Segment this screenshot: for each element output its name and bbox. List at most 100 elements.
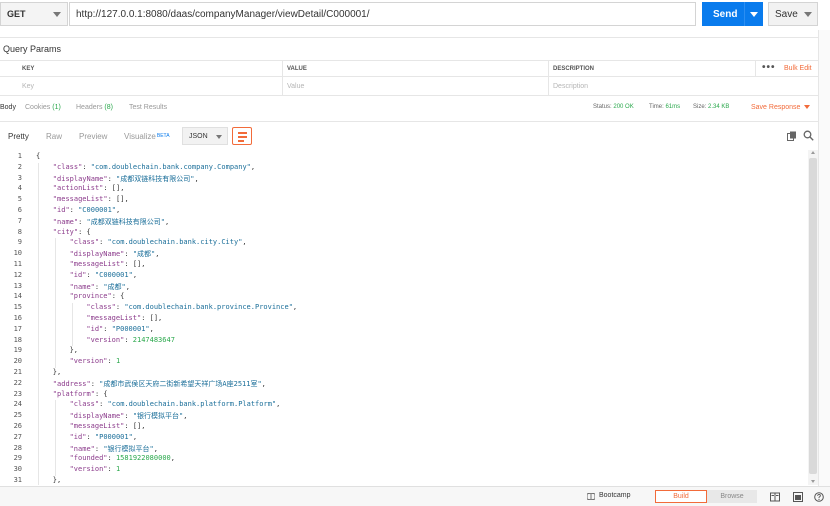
code-line: 7 "name": "成都双链科技有限公司", — [0, 217, 808, 228]
line-number: 12 — [13, 270, 22, 279]
view-preview-button[interactable]: Preview — [79, 127, 107, 145]
code-line: 11 "messageList": [], — [0, 260, 808, 271]
json-punctuation: , — [132, 270, 138, 279]
code-text: "class": "com.doublechain.bank.province.… — [86, 303, 297, 311]
line-number: 18 — [13, 335, 22, 344]
tab-body[interactable]: Body — [0, 104, 16, 111]
tab-test-results[interactable]: Test Results — [129, 104, 167, 111]
chevron-down-icon[interactable] — [750, 11, 758, 17]
scroll-down-icon[interactable] — [811, 480, 815, 483]
indent-guide — [71, 303, 73, 347]
save-response-button[interactable]: Save Response — [751, 104, 811, 111]
vertical-scrollbar[interactable] — [808, 150, 818, 485]
json-key: "displayName" — [69, 412, 125, 421]
json-punctuation: { — [36, 152, 41, 160]
line-number: 24 — [13, 400, 22, 409]
format-select[interactable]: JSON — [182, 127, 228, 145]
line-number: 6 — [17, 206, 22, 214]
json-key: "displayName" — [52, 174, 108, 183]
bootcamp-link[interactable]: Bootcamp — [599, 492, 631, 499]
json-punctuation: }, — [69, 346, 79, 355]
json-punctuation: , — [183, 412, 188, 421]
scrollbar-thumb[interactable] — [809, 158, 817, 474]
two-pane-view-icon[interactable] — [770, 492, 780, 502]
json-string: "C000001" — [78, 206, 117, 214]
json-string: "成都" — [103, 282, 126, 291]
help-icon[interactable] — [814, 492, 824, 502]
query-params-title: Query Params — [3, 44, 62, 54]
json-key: "messageList" — [86, 314, 142, 322]
json-key: "class" — [69, 238, 100, 247]
line-number: 7 — [17, 216, 22, 225]
column-header-key: KEY — [22, 65, 35, 72]
copy-icon[interactable] — [787, 131, 797, 141]
column-header-description: DESCRIPTION — [553, 65, 595, 72]
tab-cookies[interactable]: Cookies (1) — [25, 104, 61, 111]
json-key: "founded" — [69, 454, 108, 463]
line-number: 3 — [17, 173, 22, 182]
code-line: 9 "class": "com.doublechain.bank.city.Cit… — [0, 238, 808, 249]
json-punctuation: : — [107, 357, 116, 366]
scroll-up-icon[interactable] — [811, 151, 815, 154]
json-punctuation: , — [250, 162, 256, 171]
line-number: 29 — [13, 454, 22, 463]
view-visualize-button[interactable]: Visualize BETA — [124, 127, 170, 145]
param-description-input[interactable]: Description — [553, 77, 753, 95]
line-number: 21 — [13, 368, 22, 376]
json-punctuation: : — [124, 335, 133, 344]
format-label: JSON — [189, 132, 208, 140]
params-table-row: Key Value Description — [0, 77, 830, 96]
send-label: Send — [713, 8, 738, 20]
json-string: "银行模拟平台" — [132, 412, 184, 421]
method-select[interactable]: GET — [0, 2, 68, 26]
indent-guide — [54, 400, 56, 476]
wrap-lines-button[interactable] — [232, 127, 252, 145]
line-number: 9 — [17, 238, 22, 247]
code-line: 19}, — [0, 346, 808, 357]
line-number: 14 — [13, 292, 22, 301]
json-punctuation: : — [90, 379, 100, 388]
param-value-input[interactable]: Value — [287, 77, 545, 95]
json-punctuation: : [], — [141, 314, 163, 322]
view-pretty-button[interactable]: Pretty — [8, 127, 29, 145]
json-number: 1 — [115, 465, 121, 474]
url-input[interactable]: http://127.0.0.1:8080/daas/companyManage… — [69, 2, 696, 26]
code-text: }, — [53, 368, 61, 376]
bulk-edit-link[interactable]: Bulk Edit — [784, 65, 812, 72]
size-label: Size: — [693, 104, 707, 110]
send-button[interactable]: Send — [702, 2, 763, 26]
json-string: "成都双链科技有限公司" — [116, 174, 195, 183]
build-toggle[interactable]: Build — [655, 490, 707, 503]
json-key: "messageList" — [69, 260, 125, 268]
tab-cookies-count: (1) — [52, 104, 61, 111]
indent-guide — [54, 238, 56, 368]
code-text: "address": "成都市武侯区天府二街新希望天祥广场A座2511室", — [53, 379, 266, 389]
view-raw-button[interactable]: Raw — [46, 127, 62, 145]
json-string: "com.doublechain.bank.company.Company" — [90, 162, 251, 171]
response-body-viewer[interactable]: 1 {2 "class": "com.doublechain.bank.compan… — [0, 150, 808, 485]
json-punctuation: , — [194, 174, 199, 183]
json-key: "city" — [52, 227, 79, 236]
json-string: "成都市武侯区天府二街新希望天祥广场A座2511室" — [99, 379, 262, 388]
code-line: 17 "id": "P000001", — [0, 325, 808, 336]
chevron-down-icon[interactable] — [804, 12, 812, 17]
json-punctuation: : — [99, 400, 108, 409]
save-button[interactable]: Save — [768, 2, 818, 26]
status-value: 200 OK — [613, 104, 634, 110]
tab-headers[interactable]: Headers (8) — [76, 104, 113, 111]
search-icon[interactable] — [803, 130, 814, 141]
code-line: 20 "version": 1 — [0, 357, 808, 368]
status-label: Status: — [593, 104, 612, 110]
json-punctuation: , — [125, 282, 130, 291]
code-text: "version": 1 — [70, 357, 121, 365]
param-key-input[interactable]: Key — [22, 77, 280, 95]
method-label: GET — [7, 9, 26, 19]
line-number: 22 — [13, 378, 22, 387]
json-key: "id" — [69, 270, 87, 279]
keyboard-shortcuts-icon[interactable] — [793, 492, 803, 502]
browse-toggle[interactable]: Browse — [707, 490, 757, 503]
code-line: 2 "class": "com.doublechain.bank.company.… — [0, 163, 808, 174]
more-options-icon[interactable]: ••• — [762, 62, 776, 73]
json-punctuation: , — [170, 454, 175, 463]
json-punctuation: : [], — [124, 260, 146, 268]
